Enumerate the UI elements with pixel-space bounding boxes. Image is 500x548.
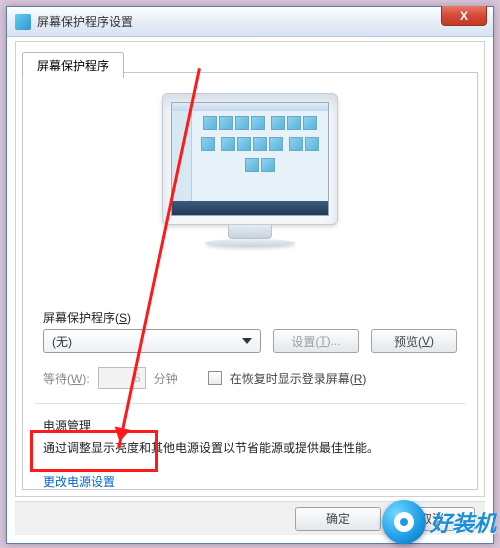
screensaver-combo[interactable]: (无)	[43, 329, 261, 353]
app-icon	[15, 14, 31, 30]
annotation-highlight-box	[30, 430, 158, 472]
preview-button[interactable]: 预览(V)	[371, 329, 457, 353]
preview-screen	[171, 102, 329, 216]
window-title: 屏幕保护程序设置	[37, 13, 133, 30]
tab-screensaver[interactable]: 屏幕保护程序	[22, 52, 124, 78]
settings-button[interactable]: 设置(T)...	[273, 329, 359, 353]
resume-login-checkbox[interactable]	[208, 371, 222, 385]
chevron-down-icon	[240, 334, 254, 348]
tabstrip: 屏幕保护程序	[22, 52, 124, 78]
change-power-settings-link[interactable]: 更改电源设置	[43, 475, 115, 489]
watermark-text: 好装机	[430, 506, 496, 538]
divider	[35, 403, 465, 404]
close-button[interactable]: X	[441, 6, 487, 26]
preview-monitor	[23, 93, 477, 247]
resume-login-label: 在恢复时显示登录屏幕(R)	[230, 370, 367, 387]
close-icon: X	[460, 9, 468, 23]
tab-page: 屏幕保护程序(S) (无) 设置(T)... 预览(V) 等待(	[22, 72, 478, 490]
wait-label: 等待(W):	[43, 370, 90, 387]
titlebar[interactable]: 屏幕保护程序设置 X	[7, 7, 493, 37]
wait-unit: 分钟	[154, 370, 178, 387]
ok-button[interactable]: 确定	[295, 507, 381, 531]
screensaver-section-label: 屏幕保护程序(S)	[43, 309, 131, 326]
wait-minutes-input[interactable]: 5	[98, 367, 146, 389]
client-area: 屏幕保护程序	[15, 41, 485, 497]
watermark: 好装机	[382, 500, 496, 544]
combo-value: (无)	[52, 333, 72, 350]
watermark-logo-icon	[382, 500, 426, 544]
